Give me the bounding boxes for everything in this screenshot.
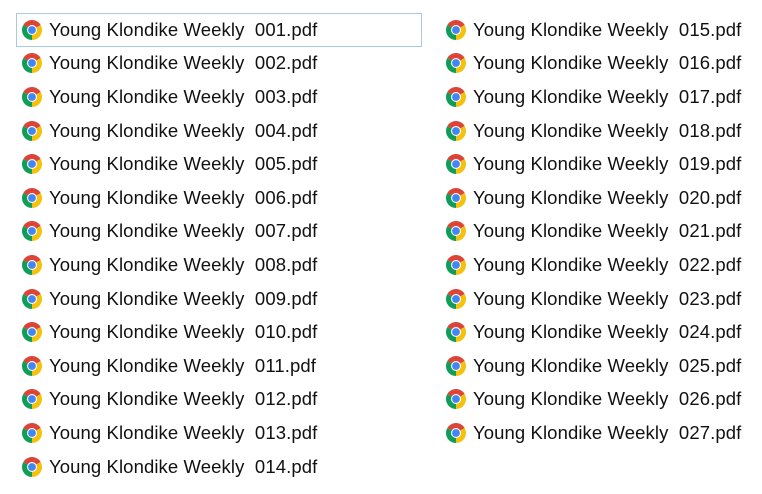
file-item[interactable]: Young Klondike Weekly 027.pdf [440, 416, 750, 450]
chrome-pdf-icon [446, 221, 466, 242]
file-item[interactable]: Young Klondike Weekly 006.pdf [16, 181, 422, 215]
file-item[interactable]: Young Klondike Weekly 018.pdf [440, 114, 750, 148]
file-item[interactable]: Young Klondike Weekly 005.pdf [16, 147, 422, 181]
chrome-pdf-icon [22, 288, 42, 309]
file-item[interactable]: Young Klondike Weekly 023.pdf [440, 282, 750, 316]
file-name: Young Klondike Weekly 027.pdf [473, 421, 742, 443]
file-item[interactable]: Young Klondike Weekly 009.pdf [16, 282, 422, 316]
chrome-pdf-icon [22, 19, 42, 40]
chrome-pdf-icon [22, 120, 42, 141]
file-name: Young Klondike Weekly 026.pdf [473, 388, 742, 410]
file-item[interactable]: Young Klondike Weekly 026.pdf [440, 383, 750, 417]
chrome-pdf-icon [22, 86, 42, 107]
chrome-pdf-icon [22, 389, 42, 410]
chrome-pdf-icon [22, 456, 42, 477]
chrome-pdf-icon [446, 187, 466, 208]
file-item[interactable]: Young Klondike Weekly 010.pdf [16, 315, 422, 349]
file-item[interactable]: Young Klondike Weekly 004.pdf [16, 114, 422, 148]
file-item[interactable]: Young Klondike Weekly 024.pdf [440, 315, 750, 349]
file-name: Young Klondike Weekly 017.pdf [473, 85, 742, 107]
file-item[interactable]: Young Klondike Weekly 022.pdf [440, 248, 750, 282]
file-item[interactable]: Young Klondike Weekly 016.pdf [440, 47, 750, 81]
chrome-pdf-icon [446, 355, 466, 376]
file-name: Young Klondike Weekly 020.pdf [473, 186, 742, 208]
file-item[interactable]: Young Klondike Weekly 025.pdf [440, 349, 750, 383]
chrome-pdf-icon [22, 221, 42, 242]
file-name: Young Klondike Weekly 010.pdf [49, 321, 318, 343]
file-name: Young Klondike Weekly 019.pdf [473, 153, 742, 175]
file-item[interactable]: Young Klondike Weekly 014.pdf [16, 450, 422, 484]
chrome-pdf-icon [22, 53, 42, 74]
file-item[interactable]: Young Klondike Weekly 007.pdf [16, 215, 422, 249]
file-name: Young Klondike Weekly 002.pdf [49, 52, 318, 74]
file-item[interactable]: Young Klondike Weekly 020.pdf [440, 181, 750, 215]
file-name: Young Klondike Weekly 007.pdf [49, 220, 318, 242]
file-item[interactable]: Young Klondike Weekly 017.pdf [440, 80, 750, 114]
chrome-pdf-icon [446, 422, 466, 443]
chrome-pdf-icon [22, 355, 42, 376]
file-item[interactable]: Young Klondike Weekly 008.pdf [16, 248, 422, 282]
file-list: Young Klondike Weekly 001.pdf Young Klon… [0, 0, 762, 494]
file-item[interactable]: Young Klondike Weekly 019.pdf [440, 147, 750, 181]
chrome-pdf-icon [446, 389, 466, 410]
chrome-pdf-icon [22, 422, 42, 443]
file-name: Young Klondike Weekly 014.pdf [49, 455, 318, 477]
file-item[interactable]: Young Klondike Weekly 015.pdf [440, 13, 750, 47]
file-name: Young Klondike Weekly 025.pdf [473, 354, 742, 376]
file-name: Young Klondike Weekly 008.pdf [49, 253, 318, 275]
chrome-pdf-icon [446, 254, 466, 275]
file-item[interactable]: Young Klondike Weekly 013.pdf [16, 416, 422, 450]
chrome-pdf-icon [446, 53, 466, 74]
file-name: Young Klondike Weekly 023.pdf [473, 287, 742, 309]
file-name: Young Klondike Weekly 011.pdf [49, 354, 316, 376]
file-name: Young Klondike Weekly 009.pdf [49, 287, 318, 309]
file-item[interactable]: Young Klondike Weekly 012.pdf [16, 383, 422, 417]
file-item[interactable]: Young Klondike Weekly 003.pdf [16, 80, 422, 114]
chrome-pdf-icon [446, 19, 466, 40]
chrome-pdf-icon [446, 86, 466, 107]
file-name: Young Klondike Weekly 003.pdf [49, 85, 318, 107]
chrome-pdf-icon [22, 322, 42, 343]
file-name: Young Klondike Weekly 006.pdf [49, 186, 318, 208]
chrome-pdf-icon [22, 154, 42, 175]
file-name: Young Klondike Weekly 005.pdf [49, 153, 318, 175]
file-name: Young Klondike Weekly 016.pdf [473, 52, 742, 74]
file-name: Young Klondike Weekly 004.pdf [49, 119, 318, 141]
chrome-pdf-icon [22, 254, 42, 275]
file-item[interactable]: Young Klondike Weekly 002.pdf [16, 47, 422, 81]
file-column-right: Young Klondike Weekly 015.pdf Young Klon… [440, 13, 750, 450]
file-name: Young Klondike Weekly 018.pdf [473, 119, 742, 141]
file-item[interactable]: Young Klondike Weekly 011.pdf [16, 349, 422, 383]
file-name: Young Klondike Weekly 013.pdf [49, 421, 318, 443]
file-name: Young Klondike Weekly 022.pdf [473, 253, 742, 275]
file-name: Young Klondike Weekly 012.pdf [49, 388, 318, 410]
file-item[interactable]: Young Klondike Weekly 001.pdf [16, 13, 422, 47]
chrome-pdf-icon [446, 120, 466, 141]
file-item[interactable]: Young Klondike Weekly 021.pdf [440, 215, 750, 249]
file-name: Young Klondike Weekly 024.pdf [473, 321, 742, 343]
file-column-left: Young Klondike Weekly 001.pdf Young Klon… [16, 13, 422, 483]
chrome-pdf-icon [446, 288, 466, 309]
file-name: Young Klondike Weekly 001.pdf [49, 18, 318, 40]
chrome-pdf-icon [22, 187, 42, 208]
chrome-pdf-icon [446, 322, 466, 343]
file-name: Young Klondike Weekly 015.pdf [473, 18, 742, 40]
chrome-pdf-icon [446, 154, 466, 175]
file-name: Young Klondike Weekly 021.pdf [473, 220, 742, 242]
